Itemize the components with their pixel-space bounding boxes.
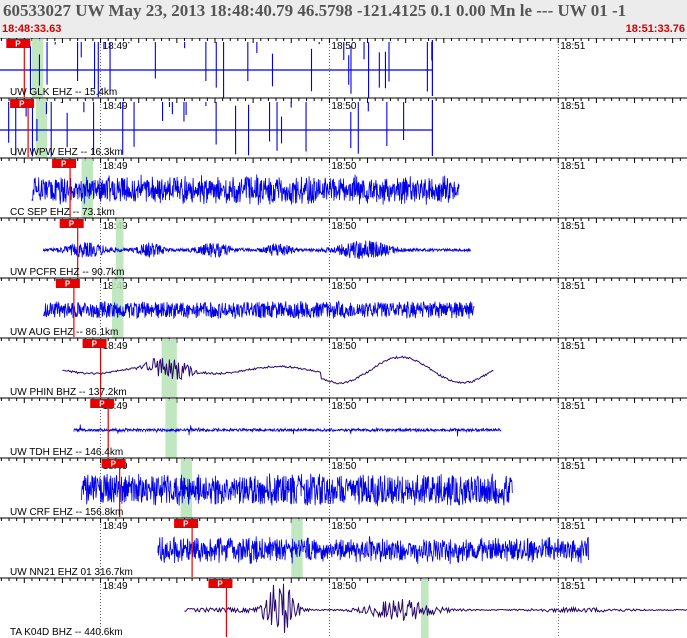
waveform: [62, 355, 494, 385]
station-label: UW CRF EHZ -- 156.8km: [10, 507, 123, 518]
minute-label: 18:51: [560, 221, 585, 232]
minute-label: 18:49: [103, 581, 128, 592]
station-label: UW NN21 EHZ 01 316.7km: [10, 567, 133, 578]
waveform: [73, 424, 502, 437]
minute-label: 18:51: [560, 581, 585, 592]
p-pick-label: P: [61, 160, 67, 169]
minute-label: 18:51: [560, 521, 585, 532]
p-pick-label: P: [92, 340, 98, 349]
minute-label: 18:49: [103, 521, 128, 532]
station-label: UW AUG EHZ -- 86.1km: [10, 327, 118, 338]
waveform: [184, 583, 687, 633]
minute-label: 18:50: [331, 401, 356, 412]
window-end-time: 18:51:33.76: [625, 23, 685, 35]
waveform: [43, 300, 475, 320]
arrival-window: [165, 399, 177, 458]
minute-label: 18:50: [331, 341, 356, 352]
minute-label: 18:51: [560, 41, 585, 52]
station-label: UW PHIN BHZ -- 137.2km: [10, 387, 127, 398]
station-label: UW GLK EHZ -- 15.4km: [10, 87, 117, 98]
p-pick-label: P: [183, 520, 189, 529]
station-label: UW TDH EHZ -- 146.4km: [10, 447, 123, 458]
minute-label: 18:49: [103, 161, 128, 172]
minute-label: 18:51: [560, 281, 585, 292]
p-pick-label: P: [217, 580, 223, 589]
waveform: [43, 240, 471, 259]
p-pick-label: P: [111, 460, 117, 469]
station-label: TA K04D BHZ -- 440.6km: [10, 627, 123, 638]
waveform: [81, 473, 513, 507]
minute-label: 18:51: [560, 461, 585, 472]
station-label: CC SEP EHZ -- 73.1km: [10, 207, 115, 218]
minute-label: 18:51: [560, 101, 585, 112]
waveform: [157, 536, 589, 565]
p-pick-label: P: [69, 220, 75, 229]
minute-label: 18:50: [331, 521, 356, 532]
minute-label: 18:51: [560, 401, 585, 412]
minute-label: 18:50: [331, 581, 356, 592]
minute-label: 18:51: [560, 161, 585, 172]
event-header: 60533027 UW May 23, 2013 18:48:40.79 46.…: [0, 0, 687, 38]
window-start-time: 18:48:33.63: [2, 23, 62, 35]
seismogram-svg[interactable]: 18:49 18:50 18:51 P UW GLK EHZ -- 15.4km 18:4…: [0, 38, 687, 638]
station-label: UW WPW EHZ -- 16.3km: [10, 147, 123, 158]
minute-label: 18:50: [331, 101, 356, 112]
minute-label: 18:50: [331, 461, 356, 472]
minute-label: 18:49: [103, 41, 128, 52]
minute-label: 18:49: [103, 221, 128, 232]
station-label: UW PCFR EHZ -- 90.7km: [10, 267, 124, 278]
p-pick-label: P: [19, 100, 25, 109]
minute-label: 18:50: [331, 221, 356, 232]
seismogram-panel[interactable]: 18:49 18:50 18:51 P UW GLK EHZ -- 15.4km 18:4…: [0, 38, 687, 638]
p-pick-label: P: [15, 40, 21, 49]
minute-label: 18:50: [331, 161, 356, 172]
p-pick-label: P: [99, 400, 105, 409]
waveform: [31, 174, 460, 206]
p-pick-label: P: [65, 280, 71, 289]
minute-label: 18:51: [560, 341, 585, 352]
event-title: 60533027 UW May 23, 2013 18:48:40.79 46.…: [3, 1, 627, 20]
minute-label: 18:50: [331, 281, 356, 292]
minute-label: 18:49: [103, 101, 128, 112]
